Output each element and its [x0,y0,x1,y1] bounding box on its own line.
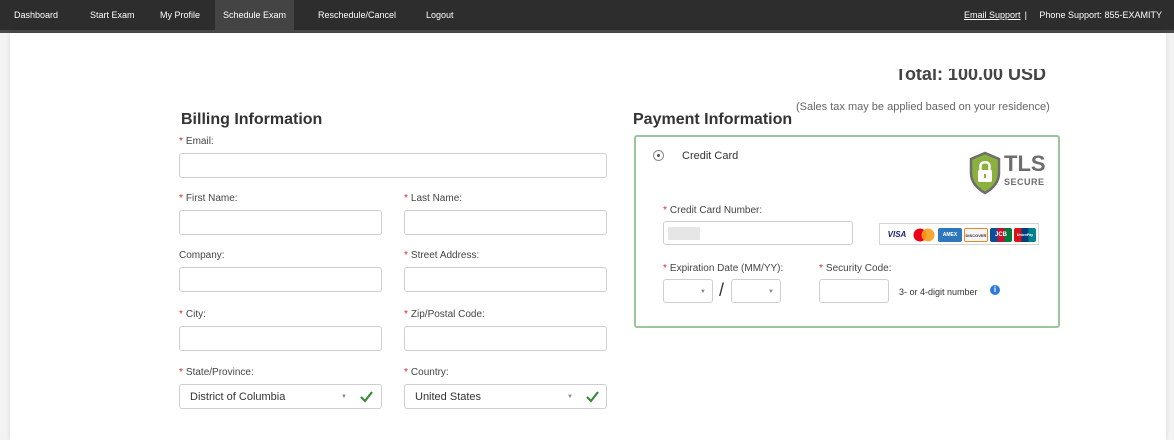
amex-logo: AMEX [938,228,962,242]
chevron-down-icon: ▼ [768,289,774,295]
security-code-input[interactable] [819,279,889,303]
required-mark: * [179,309,183,320]
email-label-text: Email: [185,136,214,147]
country-select[interactable]: United States ▼ [404,384,607,409]
card-number-label-text: Credit Card Number: [669,205,763,216]
payment-box: Credit Card TLS SECURE * Credit Card Numb… [634,135,1060,328]
tls-secure-text: SECURE [1004,177,1045,187]
country-label: * Country: [404,367,449,378]
lock-shield-icon [969,151,1001,195]
tls-secure-badge: TLS SECURE [968,151,1046,199]
first-name-label-text: First Name: [185,193,238,204]
last-name-label: * Last Name: [404,193,462,204]
email-support-link[interactable]: Email Support [964,10,1021,20]
nav-reschedule-cancel[interactable]: Reschedule/Cancel [310,0,404,30]
street-address-label: * Street Address: [404,250,479,261]
nav-dashboard[interactable]: Dashboard [6,0,66,30]
state-label: * State/Province: [179,367,254,378]
info-icon[interactable]: i [990,285,1000,295]
check-icon [360,391,373,403]
company-label: Company: [179,250,225,261]
first-name-input[interactable] [179,210,382,235]
required-mark: * [663,263,667,274]
nav-logout[interactable]: Logout [418,0,462,30]
email-label: * Email: [179,136,214,147]
order-total: Total: 100.00 USD [895,69,1046,84]
country-label-text: Country: [410,367,449,378]
state-label-text: State/Province: [185,367,254,378]
credit-card-label: Credit Card [682,150,739,162]
visa-logo: VISA [884,228,910,242]
first-name-label: * First Name: [179,193,238,204]
required-mark: * [404,193,408,204]
state-value: District of Columbia [190,391,286,403]
expiration-year-select[interactable]: ▼ [731,279,781,303]
required-mark: * [404,309,408,320]
city-input[interactable] [179,326,382,351]
chevron-down-icon: ▼ [567,394,573,400]
card-number-masked [668,227,700,240]
company-input[interactable] [179,267,382,292]
expiration-label-text: Expiration Date (MM/YY): [669,263,784,274]
expiration-month-select[interactable]: ▼ [663,279,713,303]
city-label-text: City: [185,309,206,320]
city-label: * City: [179,309,206,320]
security-code-hint: 3- or 4-digit number [899,287,978,297]
card-number-label: * Credit Card Number: [663,205,762,216]
required-mark: * [179,136,183,147]
mastercard-logo [912,228,936,242]
top-nav: Dashboard Start Exam My Profile Schedule… [0,0,1174,33]
security-code-label-text: Security Code: [825,263,892,274]
tax-note: (Sales tax may be applied based on your … [796,101,1050,113]
required-mark: * [819,263,823,274]
discover-logo: DISCOVER [964,228,988,242]
card-number-input[interactable] [663,221,853,245]
tls-text: TLS [1004,151,1046,176]
zip-label-text: Zip/Postal Code: [410,309,485,320]
nav-start-exam[interactable]: Start Exam [82,0,143,30]
expiration-label: * Expiration Date (MM/YY): [663,263,783,274]
required-mark: * [179,193,183,204]
street-address-label-text: Street Address: [410,250,480,261]
email-input[interactable] [179,153,607,178]
nav-schedule-exam[interactable]: Schedule Exam [215,0,295,30]
security-code-label: * Security Code: [819,263,892,274]
date-separator: / [719,280,725,300]
support-separator: | [1024,10,1027,20]
billing-title: Billing Information [181,111,323,128]
support-links: Email Support | Phone Support: 855-EXAMIT… [964,0,1174,30]
zip-input[interactable] [404,326,607,351]
required-mark: * [404,250,408,261]
zip-label: * Zip/Postal Code: [404,309,485,320]
content-panel: Total: 100.00 USD (Sales tax may be appl… [10,33,1166,440]
phone-support: Phone Support: 855-EXAMITY [1039,10,1162,20]
required-mark: * [663,205,667,216]
street-address-input[interactable] [404,267,607,292]
check-icon [586,391,599,403]
country-value: United States [415,391,482,403]
required-mark: * [179,367,183,378]
state-select[interactable]: District of Columbia ▼ [179,384,382,409]
nav-my-profile[interactable]: My Profile [152,0,208,30]
chevron-down-icon: ▼ [341,394,347,400]
credit-card-radio[interactable] [653,150,664,161]
unionpay-logo: UnionPay [1014,228,1036,242]
last-name-input[interactable] [404,210,607,235]
required-mark: * [404,367,408,378]
chevron-down-icon: ▼ [700,289,706,295]
jcb-logo: JCB [990,228,1012,242]
payment-title: Payment Information [633,111,793,128]
last-name-label-text: Last Name: [410,193,463,204]
card-brands: VISA AMEX DISCOVER JCB UnionPay [879,223,1039,245]
